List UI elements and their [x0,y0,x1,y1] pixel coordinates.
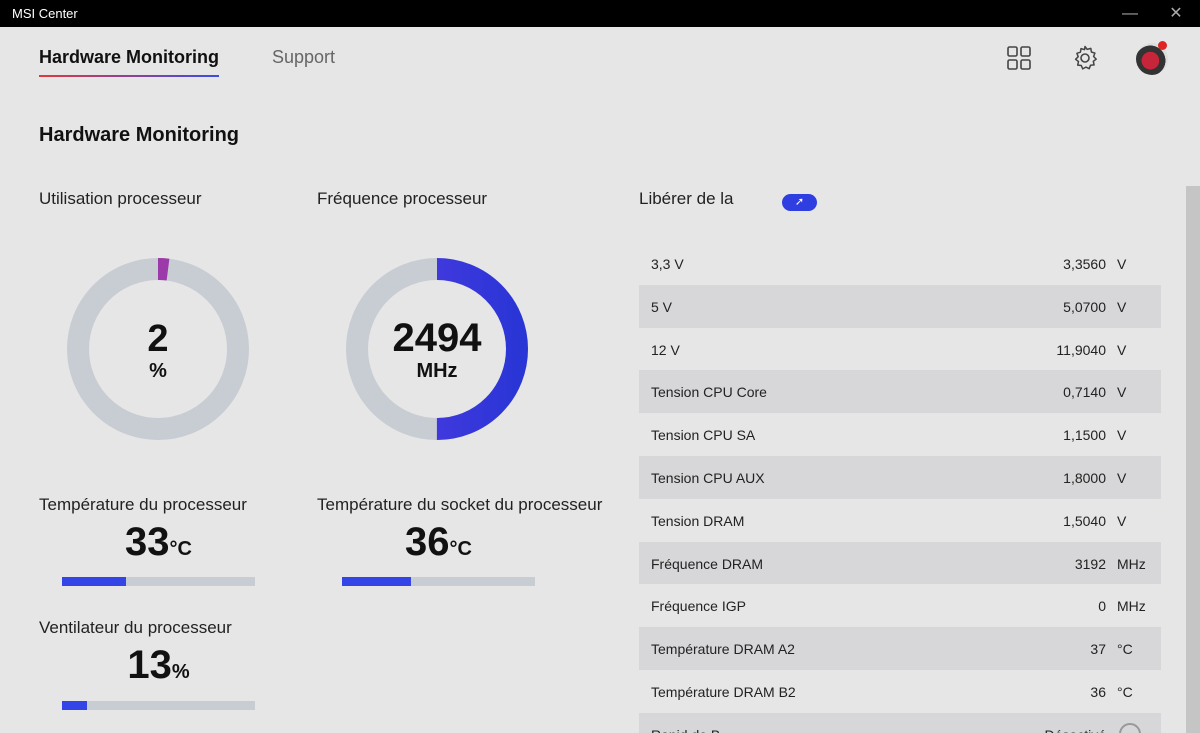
sensor-unit: °C [1117,683,1133,700]
tab-support[interactable]: Support [272,47,335,68]
sensor-row: Tension DRAM 1,5040 V [639,499,1161,542]
gear-icon[interactable] [1072,45,1098,71]
sensor-unit: V [1117,298,1127,315]
sensor-unit: V [1117,512,1127,529]
sensor-value: 3,3560 [1063,256,1106,272]
socket-temperature-value: 36°C [342,520,535,565]
arrow-up-icon: ➚ [794,196,805,208]
sensor-value: 3192 [1074,555,1106,572]
sensor-value: 1,5040 [1063,512,1106,529]
sensor-label: Température DRAM B2 [651,683,796,700]
sensor-unit: V [1117,427,1127,444]
cpu-frequency-value: 2494 [392,316,482,360]
sensor-row: Tension CPU SA 1,1500 V [639,413,1161,456]
cpu-fan-bar [62,701,255,710]
socket-temperature-bar-fill [342,577,412,586]
tab-hardware-monitoring[interactable]: Hardware Monitoring [39,47,220,77]
sensor-value: 11,9040 [1056,341,1106,358]
sensor-value: 5,0700 [1063,298,1106,315]
sensor-label: Tension DRAM [651,512,745,529]
socket-temperature-bar [342,577,535,586]
sensor-label: Fréquence IGP [651,598,746,615]
apps-grid-icon[interactable] [1006,45,1032,71]
sensor-label: Rapid de B... [651,727,732,733]
cpu-fan-label: Ventilateur du processeur [39,618,232,637]
sensor-row: Tension CPU AUX 1,8000 V [639,455,1161,499]
sensor-row: Fréquence DRAM 3192 MHz [639,541,1161,585]
close-button[interactable]: ✕ [1158,3,1194,25]
page-title: Hardware Monitoring [39,124,240,146]
sensor-row: Température DRAM B2 36 °C [639,670,1161,713]
voltage-panel-header: Libérer de la [639,189,734,208]
voltage-toggle-button[interactable]: ➚ [782,194,817,211]
minimize-button[interactable]: — [1112,3,1148,25]
sensor-row: 3,3 V 3,3560 V [639,242,1161,285]
sensor-row: Rapid de B... Désactivé [639,712,1161,733]
sensor-label: 5 V [651,298,673,315]
cpu-frequency-label: Fréquence processeur [317,189,488,208]
cpu-frequency-unit: MHz [416,360,458,382]
cpu-usage-label: Utilisation processeur [39,189,202,208]
sensor-label: Température DRAM A2 [651,641,795,658]
cpu-temperature-number: 33 [125,520,170,564]
cpu-temperature-unit: °C [169,538,192,560]
cpu-fan-unit: % [171,661,190,683]
socket-temperature-number: 36 [405,520,450,564]
sensor-toggle-icon[interactable] [1119,722,1141,733]
app-window: MSI Center — ✕ Hardware Monitoring Suppo… [0,0,1200,733]
cpu-temperature-label: Température du processeur [39,495,247,514]
notification-dot [1158,41,1167,50]
sensor-unit: MHz [1117,598,1146,615]
sensor-unit: V [1117,341,1127,358]
sensor-value: 1,1500 [1063,427,1106,444]
sensor-value: 0 [1098,598,1106,615]
sensor-value: 0,7140 [1063,384,1106,401]
sensor-unit: MHz [1117,555,1146,572]
scrollbar[interactable] [1186,186,1200,733]
cpu-usage-unit: % [149,360,167,382]
sensor-label: Fréquence DRAM [651,555,764,572]
sensor-table: 3,3 V 3,3560 V 5 V 5,0700 V 12 V 11,9040 V Tensio… [639,242,1161,733]
cpu-usage-value: 2 [147,318,169,360]
sensor-label: 3,3 V [651,256,684,272]
sensor-unit: V [1117,469,1127,486]
sensor-row: Tension CPU Core 0,7140 V [639,370,1161,414]
socket-temperature-label: Température du socket du processeur [317,495,603,514]
sensor-row: Température DRAM A2 37 °C [639,627,1161,670]
sensor-label: Tension CPU SA [651,427,756,444]
sensor-label: Tension CPU AUX [651,469,765,486]
sensor-row: 5 V 5,0700 V [639,284,1161,328]
cpu-temperature-value: 33°C [62,520,255,565]
top-navigation: Hardware Monitoring Support [0,27,1200,87]
title-bar: MSI Center — ✕ [0,0,1200,27]
cpu-temperature-bar-fill [62,577,126,586]
sensor-label: 12 V [651,341,680,358]
sensor-unit: °C [1117,641,1133,658]
sensor-row: 12 V 11,9040 V [639,328,1161,371]
sensor-row: Fréquence IGP 0 MHz [639,584,1161,627]
sensor-value: 36 [1090,683,1106,700]
sensor-value: Désactivé [1045,727,1106,733]
cpu-temperature-bar [62,577,255,586]
cpu-fan-value: 13% [62,643,255,688]
sensor-unit: V [1117,384,1127,401]
socket-temperature-unit: °C [449,538,472,560]
sensor-value: 37 [1090,641,1106,658]
cpu-fan-number: 13 [127,643,172,687]
sensor-value: 1,8000 [1063,469,1106,486]
window-title: MSI Center [12,6,78,21]
sensor-unit: V [1117,256,1127,272]
cpu-fan-bar-fill [62,701,88,710]
sensor-label: Tension CPU Core [651,384,767,401]
